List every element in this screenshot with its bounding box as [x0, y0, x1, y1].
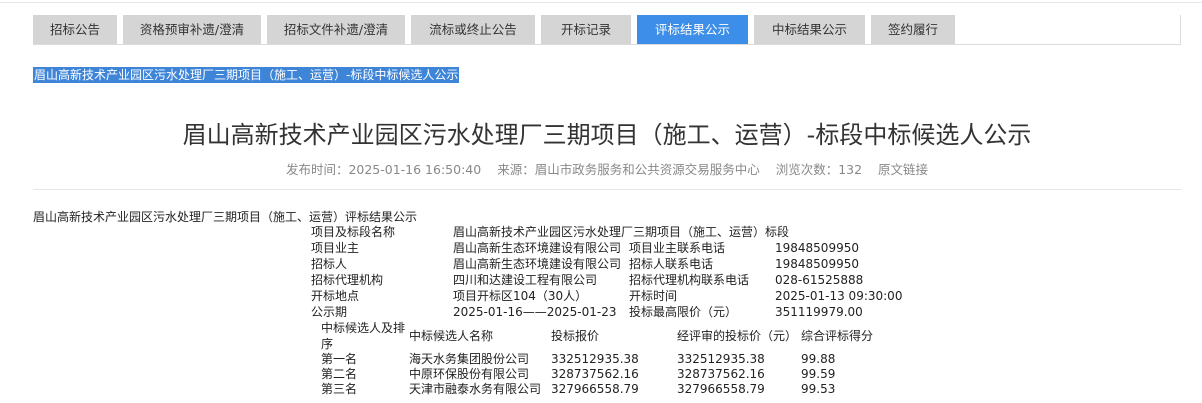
view-count: 浏览次数：132: [775, 162, 863, 177]
article-meta: 发布时间：2025-01-16 16:50:40 来源：眉山市政务服务和公共资源…: [0, 159, 1202, 178]
candidate-rank: 第一名: [321, 352, 358, 366]
info-label: 开标地点: [311, 289, 360, 303]
info-value: 2025-01-16——2025-01-23: [453, 305, 617, 319]
info-row: 公示期 2025-01-16——2025-01-23 投标最高限价（元） 351…: [311, 304, 925, 320]
table-row: 第二名 中原环保股份有限公司 328737562.16 328737562.16…: [321, 367, 891, 382]
info-value: 351119979.00: [775, 305, 863, 319]
info-value: 项目开标区104（30人）: [453, 289, 588, 303]
info-label: 投标最高限价（元）: [629, 305, 738, 319]
info-row: 项目业主 眉山高新生态环境建设有限公司 项目业主联系电话 19848509950: [311, 240, 925, 256]
candidate-name: 中原环保股份有限公司: [409, 367, 530, 381]
tab-contract-performance[interactable]: 签约履行: [871, 15, 955, 45]
candidate-score: 99.53: [801, 382, 836, 396]
clipped-text-line: [33, 398, 253, 403]
info-value: 眉山高新技术产业园区污水处理厂三期项目（施工、运营）标段: [453, 225, 790, 239]
info-value: 028-61525888: [775, 273, 864, 287]
header-name: 中标候选人名称: [409, 329, 494, 343]
info-value: 眉山高新生态环境建设有限公司: [453, 257, 622, 271]
project-info-table: 项目及标段名称 眉山高新技术产业园区污水处理厂三期项目（施工、运营）标段 项目业…: [311, 224, 925, 320]
candidate-bid: 332512935.38: [551, 352, 639, 366]
info-label: 开标时间: [629, 289, 678, 303]
info-value: 19848509950: [775, 241, 859, 255]
info-row: 开标地点 项目开标区104（30人） 开标时间 2025-01-13 09:30…: [311, 288, 925, 304]
info-label: 项目及标段名称: [311, 225, 396, 239]
info-label: 招标代理机构联系电话: [629, 273, 750, 287]
header-score: 综合评标得分: [801, 329, 874, 343]
candidate-name: 天津市融泰水务有限公司: [409, 382, 542, 396]
info-value: 四川和达建设工程有限公司: [453, 273, 598, 287]
tab-tender-doc-clarification[interactable]: 招标文件补遗/澄清: [267, 15, 405, 45]
header-rank: 中标候选人及排序: [321, 321, 406, 351]
selected-title-text[interactable]: 眉山高新技术产业园区污水处理厂三期项目（施工、运营）-标段中标候选人公示: [33, 67, 460, 83]
publish-time: 发布时间：2025-01-16 16:50:40: [285, 162, 482, 177]
table-row: 第一名 海天水务集团股份公司 332512935.38 332512935.38…: [321, 352, 891, 367]
candidate-score: 99.59: [801, 367, 836, 381]
header-reviewed-price: 经评审的投标价（元）: [677, 329, 798, 343]
tab-evaluation-result[interactable]: 评标结果公示: [637, 15, 748, 45]
tab-bid-opening-record[interactable]: 开标记录: [541, 15, 631, 45]
info-label: 项目业主: [311, 241, 360, 255]
top-border: [0, 2, 1202, 3]
candidate-rank: 第三名: [321, 382, 358, 396]
candidate-table: 第一名 海天水务集团股份公司 332512935.38 332512935.38…: [321, 352, 891, 397]
tab-right-border: [1180, 15, 1181, 45]
notice-tabs: 招标公告 资格预审补遗/澄清 招标文件补遗/澄清 流标或终止公告 开标记录 评标…: [33, 15, 955, 45]
tab-failed-or-terminated[interactable]: 流标或终止公告: [411, 15, 535, 45]
info-value: 19848509950: [775, 257, 859, 271]
info-label: 公示期: [311, 305, 348, 319]
candidate-score: 99.88: [801, 352, 836, 366]
info-label: 招标人: [311, 257, 348, 271]
source: 来源：眉山市政务服务和公共资源交易服务中心: [497, 162, 760, 177]
candidate-reviewed-price: 327966558.79: [677, 382, 765, 396]
info-label: 招标人联系电话: [629, 257, 714, 271]
candidate-rank: 第二名: [321, 367, 358, 381]
candidate-bid: 328737562.16: [551, 367, 639, 381]
header-bid: 投标报价: [551, 329, 600, 343]
info-row: 项目及标段名称 眉山高新技术产业园区污水处理厂三期项目（施工、运营）标段: [311, 224, 925, 240]
tab-bid-announcement[interactable]: 招标公告: [33, 15, 117, 45]
info-label: 招标代理机构: [311, 273, 384, 287]
info-value: 2025-01-13 09:30:00: [775, 289, 903, 303]
result-notice-title: 眉山高新技术产业园区污水处理厂三期项目（施工、运营）评标结果公示: [33, 210, 418, 224]
tab-prequal-clarification[interactable]: 资格预审补遗/澄清: [123, 15, 261, 45]
table-row: 第三名 天津市融泰水务有限公司 327966558.79 327966558.7…: [321, 382, 891, 397]
tab-award-result[interactable]: 中标结果公示: [754, 15, 865, 45]
candidate-reviewed-price: 328737562.16: [677, 367, 765, 381]
candidate-name: 海天水务集团股份公司: [409, 352, 530, 366]
candidate-bid: 327966558.79: [551, 382, 639, 396]
candidate-table-header: 中标候选人及排序 中标候选人名称 投标报价 经评审的投标价（元） 综合评标得分: [321, 320, 891, 352]
page-title: 眉山高新技术产业园区污水处理厂三期项目（施工、运营）-标段中标候选人公示: [182, 121, 1032, 149]
info-value: 眉山高新生态环境建设有限公司: [453, 241, 622, 255]
info-row: 招标代理机构 四川和达建设工程有限公司 招标代理机构联系电话 028-61525…: [311, 272, 925, 288]
candidate-reviewed-price: 332512935.38: [677, 352, 765, 366]
original-link[interactable]: 原文链接: [878, 162, 928, 177]
meta-divider: [33, 189, 1181, 190]
tab-divider: [33, 44, 1181, 45]
info-row: 招标人 眉山高新生态环境建设有限公司 招标人联系电话 19848509950: [311, 256, 925, 272]
info-label: 项目业主联系电话: [629, 241, 726, 255]
